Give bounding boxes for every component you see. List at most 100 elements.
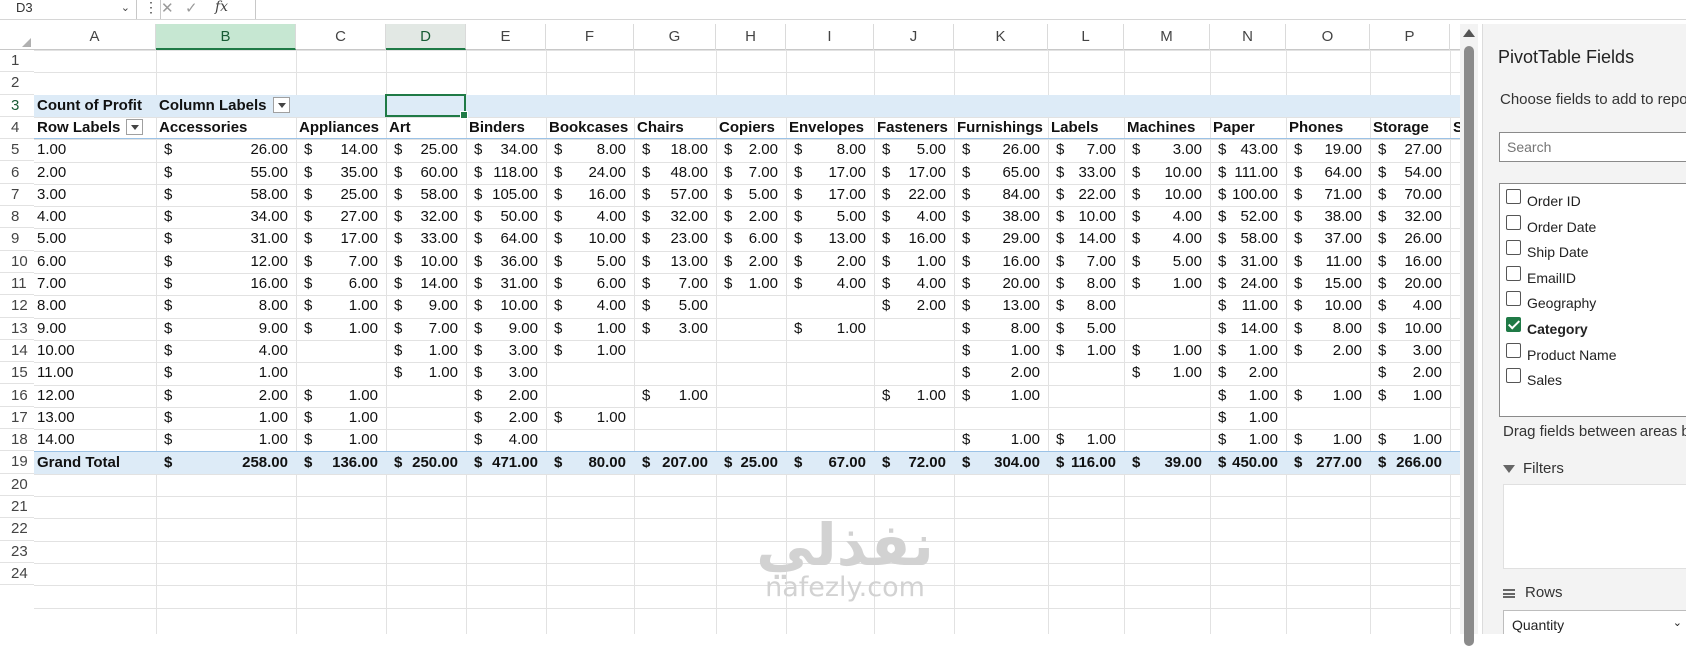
cell-value[interactable]: 8.00 [1286,318,1362,340]
cell-value[interactable]: 19.00 [1286,139,1362,161]
row-header-5[interactable]: 5 [0,139,34,162]
cell-value[interactable]: 8.00 [1048,295,1116,317]
pivot-column-header[interactable]: Accessories [159,117,247,139]
cell-value[interactable]: 116.00 [1048,452,1116,474]
cell-value[interactable]: 10.00 [1124,184,1202,206]
grand-total-label[interactable]: Grand Total [37,452,120,474]
cell-value[interactable]: 17.00 [874,162,946,184]
cell-value[interactable]: 1.00 [156,407,288,429]
cell-value[interactable]: 7.00 [296,251,378,273]
row-label[interactable]: 11.00 [37,362,73,384]
cell-value[interactable]: 1.00 [546,407,626,429]
field-checkbox[interactable] [1506,214,1521,230]
cell-value[interactable]: 20.00 [1370,273,1442,295]
row-label[interactable]: 1.00 [37,139,66,161]
cell-value[interactable]: 32.00 [386,206,458,228]
cell-value[interactable]: 17.00 [296,228,378,250]
pivot-column-header[interactable]: Fasteners [877,117,948,139]
cell-value[interactable]: 1.00 [296,295,378,317]
cell-value[interactable]: 1.00 [296,429,378,451]
cell-value[interactable]: 5.00 [1048,318,1116,340]
cell-value[interactable]: 31.00 [156,228,288,250]
cell-value[interactable]: 37.00 [1286,228,1362,250]
row-header-22[interactable]: 22 [0,518,34,541]
cell-value[interactable]: 1.00 [296,407,378,429]
cell-value[interactable]: 11.00 [1210,295,1278,317]
row-header-3[interactable]: 3 [0,95,34,117]
insert-function-icon[interactable]: fx [215,0,228,15]
row-header-11[interactable]: 11 [0,273,34,296]
cell-value[interactable]: 18.00 [634,139,708,161]
cell-value[interactable]: 4.00 [546,206,626,228]
field-checkbox[interactable] [1506,189,1521,204]
row-header-15[interactable]: 15 [0,362,34,385]
pivot-column-header[interactable]: Machines [1127,117,1195,139]
field-checkbox[interactable] [1506,240,1521,256]
field-product-name[interactable]: Product Name [1500,340,1686,366]
row-label[interactable]: 5.00 [37,228,66,250]
row-label[interactable]: 13.00 [37,407,75,429]
cell-value[interactable]: 8.00 [546,139,626,161]
cell-value[interactable]: 1.00 [874,385,946,407]
scroll-up-arrow-icon[interactable] [1463,29,1475,37]
cell-value[interactable]: 43.00 [1210,139,1278,161]
cell-value[interactable]: 1.00 [1210,385,1278,407]
cell-value[interactable]: 26.00 [954,139,1040,161]
cell-value[interactable]: 67.00 [786,452,866,474]
cell-value[interactable]: 258.00 [156,452,288,474]
cell-value[interactable]: 25.00 [296,184,378,206]
cell-value[interactable]: 14.00 [386,273,458,295]
cell-value[interactable]: 2.00 [954,362,1040,384]
cell-value[interactable]: 58.00 [1210,228,1278,250]
row-filter-dropdown-icon[interactable] [126,118,144,135]
field-checkbox[interactable] [1506,317,1521,332]
cell-value[interactable]: 10.00 [1286,295,1362,317]
pivot-column-header[interactable]: Furnishings [957,117,1043,139]
cell-value[interactable]: 1.00 [1286,385,1362,407]
cell-value[interactable]: 7.00 [634,273,708,295]
cell-value[interactable]: 13.00 [634,251,708,273]
cell-value[interactable]: 2.00 [1370,362,1442,384]
row-header-6[interactable]: 6 [0,162,34,184]
cell-value[interactable]: 38.00 [1286,206,1362,228]
cell-value[interactable]: 1.00 [1286,429,1362,451]
cell-value[interactable]: 14.00 [296,139,378,161]
rows-field-quantity[interactable]: Quantity ⌄ [1503,610,1686,634]
cell-value[interactable]: 9.00 [156,318,288,340]
cell-value[interactable]: 2.00 [1286,340,1362,362]
field-category[interactable]: Category [1500,314,1686,340]
row-header-7[interactable]: 7 [0,184,34,207]
scrollbar-thumb[interactable] [1464,46,1474,646]
cell-value[interactable]: 2.00 [716,139,778,161]
cell-value[interactable]: 13.00 [954,295,1040,317]
cell-value[interactable]: 1.00 [156,429,288,451]
cell-value[interactable]: 4.00 [786,273,866,295]
name-box[interactable]: D3 ⌄ [0,0,137,19]
worksheet-grid[interactable]: ABCDEFGHIJKLMNOP 1 2 3 4 5 6 7 8 9 10 11 12 13 14 15 16… [0,24,1460,634]
cell-value[interactable]: 70.00 [1370,184,1442,206]
field-checkbox[interactable] [1506,368,1521,384]
cell-value[interactable]: 26.00 [1370,228,1442,250]
cell-value[interactable]: 20.00 [954,273,1040,295]
cell-value[interactable]: 471.00 [466,452,538,474]
column-header-h[interactable]: H [716,24,786,50]
cell-value[interactable]: 3.00 [1124,139,1202,161]
cell-value[interactable]: 2.00 [786,251,866,273]
cell-value[interactable]: 58.00 [386,184,458,206]
chevron-down-icon[interactable]: ⌄ [121,0,130,16]
column-filter-dropdown-icon[interactable] [272,96,290,113]
cell-value[interactable]: 1.00 [1210,407,1278,429]
row-header-8[interactable]: 8 [0,206,34,229]
row-label[interactable]: 8.00 [37,295,66,317]
cell-value[interactable]: 36.00 [466,251,538,273]
pivot-column-header[interactable]: S [1453,117,1460,139]
cell-value[interactable]: 1.00 [954,385,1040,407]
row-label[interactable]: 12.00 [37,385,75,407]
row-label[interactable]: 7.00 [37,273,66,295]
column-header-a[interactable]: A [34,24,156,50]
row-header-13[interactable]: 13 [0,318,34,340]
cell-value[interactable]: 50.00 [466,206,538,228]
pivot-corner-label[interactable]: Count of Profit [37,95,142,117]
cell-value[interactable]: 4.00 [1124,206,1202,228]
cell-value[interactable]: 277.00 [1286,452,1362,474]
